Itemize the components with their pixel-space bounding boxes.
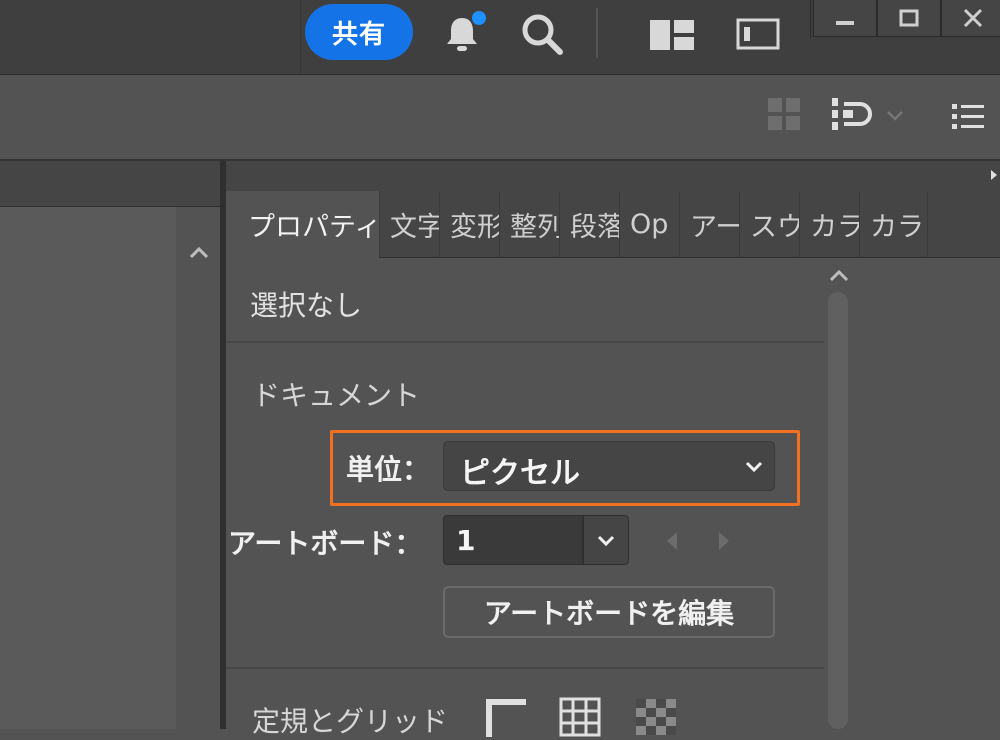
section-divider (226, 667, 824, 669)
tab-character[interactable]: 文字 (380, 191, 440, 257)
document-canvas[interactable] (0, 207, 176, 729)
units-label: 単位： (346, 453, 431, 486)
maximize-button[interactable] (877, 0, 941, 37)
list-icon[interactable] (950, 100, 986, 132)
tab-transform[interactable]: 変形 (440, 191, 500, 257)
panel-background (852, 258, 1000, 729)
maximize-icon (899, 9, 919, 27)
chevron-down-icon[interactable] (742, 454, 766, 478)
tab-paragraph[interactable]: 段落 (560, 191, 620, 257)
grid-icon[interactable] (558, 697, 602, 737)
artboard-dropdown-button[interactable] (583, 515, 629, 565)
search-icon[interactable] (518, 10, 566, 58)
previous-artboard-icon[interactable] (660, 528, 684, 554)
minimize-icon (836, 21, 854, 25)
arrange-icon[interactable] (830, 96, 872, 132)
tab-swatches[interactable]: スウ (740, 191, 800, 257)
divider (596, 8, 598, 58)
chevron-up-icon[interactable] (826, 264, 852, 288)
window-controls (810, 0, 1000, 38)
notification-badge (470, 9, 488, 27)
tab-color-guide[interactable]: カラ (860, 191, 928, 257)
edit-artboard-button[interactable]: アートボードを編集 (443, 586, 775, 638)
minimize-button[interactable] (813, 0, 877, 37)
next-artboard-icon[interactable] (712, 528, 736, 554)
align-grid-icon[interactable] (766, 96, 802, 132)
document-tab-strip (0, 161, 220, 207)
workspace-layout-icon[interactable] (650, 20, 694, 50)
tab-align[interactable]: 整列 (500, 191, 560, 257)
panel-header (226, 161, 1000, 191)
close-button[interactable] (941, 0, 1000, 37)
close-icon (963, 8, 983, 28)
share-button[interactable]: 共有 (305, 4, 413, 60)
ruler-grid-section-title: 定規とグリッド (252, 705, 449, 738)
divider (300, 0, 301, 74)
artboard-label: アートボード： (228, 527, 423, 560)
units-value: ピクセル (460, 456, 580, 491)
tab-color[interactable]: カラ (800, 191, 860, 257)
chevron-up-icon[interactable] (186, 240, 212, 266)
tab-opentype[interactable]: Op (620, 191, 680, 257)
document-scrollbar[interactable] (176, 207, 220, 729)
section-divider (226, 341, 824, 343)
chevron-down-icon (597, 535, 615, 547)
panel-toggle-icon[interactable] (736, 18, 780, 50)
panel-tabs: プロパティ 文字 変形 整列 段落 Op アー スウ カラ カラ (226, 191, 1000, 258)
collapse-panel-icon[interactable] (988, 168, 1000, 182)
tab-properties[interactable]: プロパティ (226, 191, 380, 258)
selection-status: 選択なし (250, 289, 363, 322)
artboard-value: 1 (456, 524, 476, 557)
ruler-icon[interactable] (484, 697, 528, 737)
transparency-grid-icon[interactable] (634, 697, 678, 737)
scrollbar-thumb[interactable] (828, 292, 848, 729)
document-section-title: ドキュメント (252, 379, 421, 412)
tab-appearance[interactable]: アー (680, 191, 740, 257)
chevron-down-icon[interactable] (884, 104, 906, 126)
